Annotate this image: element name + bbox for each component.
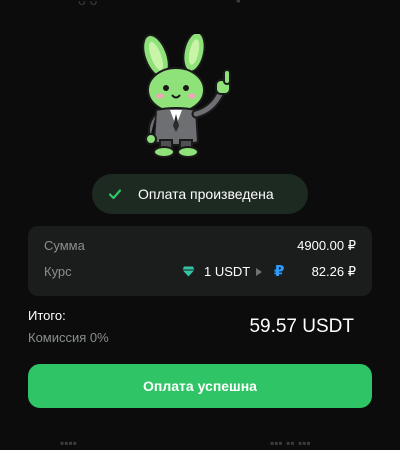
play-arrow-icon — [256, 268, 262, 276]
sum-value: 4900.00 ₽ — [297, 238, 356, 253]
payment-success-button[interactable]: Оплата успешна — [28, 364, 372, 408]
payment-details-card: Сумма 4900.00 ₽ Курс 1 USDT ₽ 82.26 ₽ — [28, 226, 372, 296]
gem-icon — [182, 266, 195, 277]
rate-from-value: 1 USDT — [204, 264, 251, 279]
sum-row: Сумма 4900.00 ₽ — [28, 236, 372, 256]
payment-status-badge: Оплата произведена — [92, 174, 308, 214]
rate-label: Курс — [44, 264, 72, 279]
rate-value: 82.26 ₽ — [311, 264, 356, 279]
bottom-cut-off-text: ▪▪▪▪ ▪▪▪ ▪▪ ▪▪▪ — [60, 436, 311, 450]
rate-row: Курс 1 USDT ₽ 82.26 ₽ — [28, 262, 372, 282]
sum-label: Сумма — [44, 238, 85, 253]
total-amount: 59.57 USDT — [249, 316, 354, 337]
check-icon — [108, 189, 122, 200]
total-label: Итого: — [28, 308, 66, 323]
top-cut-off-text: ᴗ ᴗ ▪ — [78, 0, 241, 8]
ruble-icon: ₽ — [274, 263, 285, 280]
payment-status-text: Оплата произведена — [138, 186, 274, 202]
commission-text: Комиссия 0% — [28, 330, 109, 345]
bunny-mascot-icon — [132, 31, 244, 158]
